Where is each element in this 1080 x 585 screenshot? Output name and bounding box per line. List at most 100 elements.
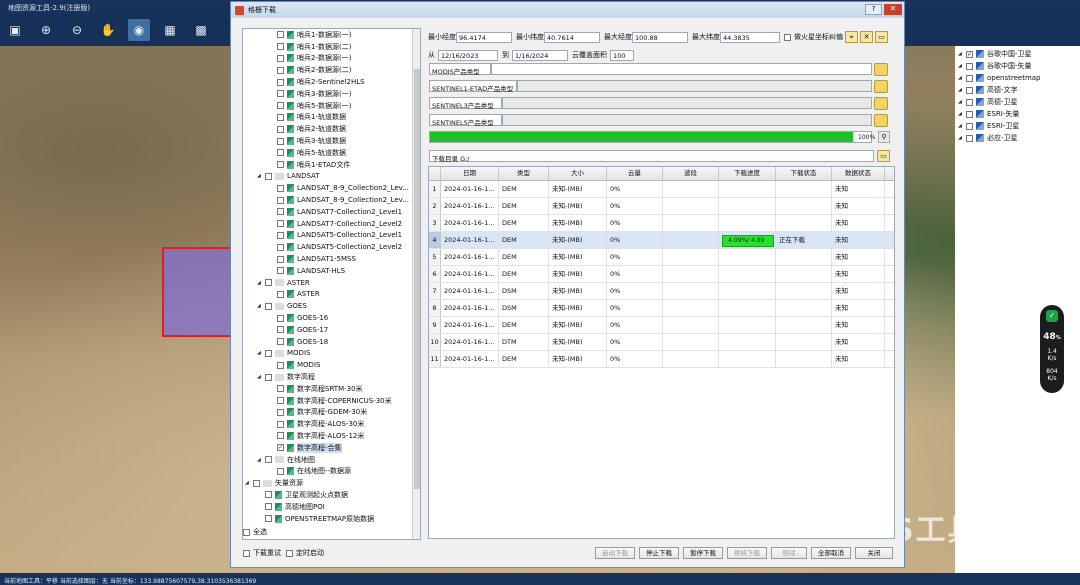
layer-checkbox[interactable]: [966, 122, 973, 130]
tree-item[interactable]: GOES-16: [243, 312, 420, 324]
zoom-in-icon[interactable]: ⊕: [35, 19, 57, 41]
select-all-row[interactable]: 全选: [243, 527, 267, 537]
tree-item-checkbox[interactable]: [277, 326, 284, 334]
tree-scrollbar[interactable]: [412, 29, 420, 539]
tree-item-checkbox[interactable]: [253, 479, 260, 487]
from-date-field[interactable]: 12/16/2023: [438, 49, 498, 61]
tree-item-checkbox[interactable]: [265, 491, 272, 499]
layer-item[interactable]: ◢ ESRI-卫星: [955, 120, 1080, 132]
tree-item-checkbox[interactable]: [277, 78, 284, 86]
tree-item[interactable]: GOES-17: [243, 324, 420, 336]
resume-download-button[interactable]: 继续下载: [727, 547, 767, 559]
tree-item-checkbox[interactable]: ✓: [277, 444, 284, 452]
expand-arrow-icon[interactable]: ◢: [958, 51, 966, 57]
selection-rectangle[interactable]: [162, 247, 232, 337]
table-row[interactable]: 2 2024-01-16-1... DEM 未知-(MB) 0% 未知: [429, 198, 894, 215]
pause-download-button[interactable]: 暂停下载: [683, 547, 723, 559]
tree-item[interactable]: 数字高程-GDEM-30米: [243, 407, 420, 419]
tree-item[interactable]: 哨兵1-ETAD文件: [243, 159, 420, 171]
save-icon[interactable]: ▣: [4, 19, 26, 41]
expand-arrow-icon[interactable]: ◢: [958, 75, 966, 81]
table-row[interactable]: 5 2024-01-16-1... DEM 未知-(MB) 0% 未知: [429, 249, 894, 266]
expand-arrow-icon[interactable]: ◢: [257, 374, 265, 380]
column-header[interactable]: 下载进度: [719, 167, 776, 180]
tree-item-checkbox[interactable]: [277, 408, 284, 416]
tree-item-checkbox[interactable]: [265, 172, 272, 180]
tree-item-checkbox[interactable]: [265, 515, 272, 523]
tree-item[interactable]: 哨兵5-轨道数据: [243, 147, 420, 159]
tree-item-checkbox[interactable]: [277, 267, 284, 275]
tree-item-checkbox[interactable]: [277, 220, 284, 228]
browse-folder-icon[interactable]: ▭: [877, 149, 890, 162]
tree-item-checkbox[interactable]: [277, 385, 284, 393]
tree-item[interactable]: 哨兵1-轨道数据: [243, 112, 420, 124]
start-download-button[interactable]: 启动下载: [595, 547, 635, 559]
product-select-icon[interactable]: [874, 96, 888, 110]
tree-item-checkbox[interactable]: [265, 503, 272, 511]
min-lon-field[interactable]: 96.4174: [456, 31, 512, 43]
tree-item-checkbox[interactable]: [277, 66, 284, 74]
layer-item[interactable]: ◢ ✓ 谷歌中国-卫星: [955, 48, 1080, 60]
tree-item-checkbox[interactable]: [277, 243, 284, 251]
table-row[interactable]: 10 2024-01-16-1... DTM 未知-(MB) 0% 未知: [429, 334, 894, 351]
column-header[interactable]: 波段: [663, 167, 719, 180]
tree-item-checkbox[interactable]: [277, 184, 284, 192]
clear-icon[interactable]: ✕: [860, 31, 873, 43]
tree-item[interactable]: 哨兵2-Sentinel2HLS: [243, 76, 420, 88]
tree-item[interactable]: 数字高程-ALOS-30米: [243, 418, 420, 430]
tree-item-checkbox[interactable]: [277, 43, 284, 51]
tree-item-checkbox[interactable]: [277, 314, 284, 322]
layer-checkbox[interactable]: [966, 98, 973, 106]
expand-arrow-icon[interactable]: ◢: [245, 480, 253, 486]
expand-arrow-icon[interactable]: ◢: [958, 63, 966, 69]
layer-checkbox[interactable]: [966, 74, 973, 82]
tree-item[interactable]: MODIS: [243, 359, 420, 371]
tree-item[interactable]: LANDSAT_8-9_Collection2_Lev...: [243, 182, 420, 194]
tree-item-checkbox[interactable]: [277, 149, 284, 157]
layer-item[interactable]: ◢ openstreetmap: [955, 72, 1080, 84]
tree-item[interactable]: ASTER: [243, 289, 420, 301]
max-lat-field[interactable]: 44.3835: [720, 31, 780, 43]
tree-item[interactable]: 卫星观测起火点数据: [243, 489, 420, 501]
tree-item-checkbox[interactable]: [277, 420, 284, 428]
tree-item[interactable]: LANDSAT7-Collection2_Level2: [243, 218, 420, 230]
search-icon[interactable]: ⚲: [878, 131, 890, 143]
redownload-checkbox[interactable]: [243, 549, 250, 557]
product-select-icon[interactable]: [874, 62, 888, 76]
tree-item[interactable]: 哨兵3-轨道数据: [243, 135, 420, 147]
table-row[interactable]: 3 2024-01-16-1... DEM 未知-(MB) 0% 未知: [429, 215, 894, 232]
layer-item[interactable]: ◢ 高德-文字: [955, 84, 1080, 96]
tree-item[interactable]: 数字高程-ALOS-12米: [243, 430, 420, 442]
layer-item[interactable]: ◢ 高德-卫星: [955, 96, 1080, 108]
tree-item[interactable]: ✓ 数字高程-合集: [243, 442, 420, 454]
tree-item[interactable]: LANDSAT5-Collection2_Level1: [243, 230, 420, 242]
map-pick-icon[interactable]: ⌖: [845, 31, 858, 43]
layer-checkbox[interactable]: [966, 110, 973, 118]
tree-item[interactable]: 哨兵1-数据源(一): [243, 29, 420, 41]
tree-item[interactable]: ◢ ASTER: [243, 277, 420, 289]
tree-item-checkbox[interactable]: [277, 467, 284, 475]
table-row[interactable]: 6 2024-01-16-1... DEM 未知-(MB) 0% 未知: [429, 266, 894, 283]
tree-scroll-thumb[interactable]: [414, 69, 420, 489]
tree-item[interactable]: GOES-18: [243, 336, 420, 348]
expand-arrow-icon[interactable]: ◢: [257, 173, 265, 179]
timed-start-checkbox[interactable]: [286, 549, 293, 557]
table-row[interactable]: 7 2024-01-16-1... DSM 未知-(MB) 0% 未知: [429, 283, 894, 300]
to-date-field[interactable]: 1/16/2024: [512, 49, 568, 61]
help-button[interactable]: ?: [865, 4, 882, 15]
tree-item-checkbox[interactable]: [265, 373, 272, 381]
tree-item-checkbox[interactable]: [277, 113, 284, 121]
tree-item[interactable]: 哨兵1-数据源(二): [243, 41, 420, 53]
tree-item-checkbox[interactable]: [277, 125, 284, 133]
table-row[interactable]: 9 2024-01-16-1... DEM 未知-(MB) 0% 未知: [429, 317, 894, 334]
column-header[interactable]: 日期: [441, 167, 499, 180]
tree-item-checkbox[interactable]: [277, 255, 284, 263]
tree-item[interactable]: 高德地图POI: [243, 501, 420, 513]
layer-checkbox[interactable]: [966, 134, 973, 142]
expand-arrow-icon[interactable]: ◢: [958, 99, 966, 105]
tree-item[interactable]: ◢ 数字高程: [243, 371, 420, 383]
pan-hand-icon[interactable]: ✋: [97, 19, 119, 41]
product-type-dropdown[interactable]: [491, 63, 872, 75]
tree-item-checkbox[interactable]: [277, 231, 284, 239]
layer-item[interactable]: ◢ ESRI-矢量: [955, 108, 1080, 120]
